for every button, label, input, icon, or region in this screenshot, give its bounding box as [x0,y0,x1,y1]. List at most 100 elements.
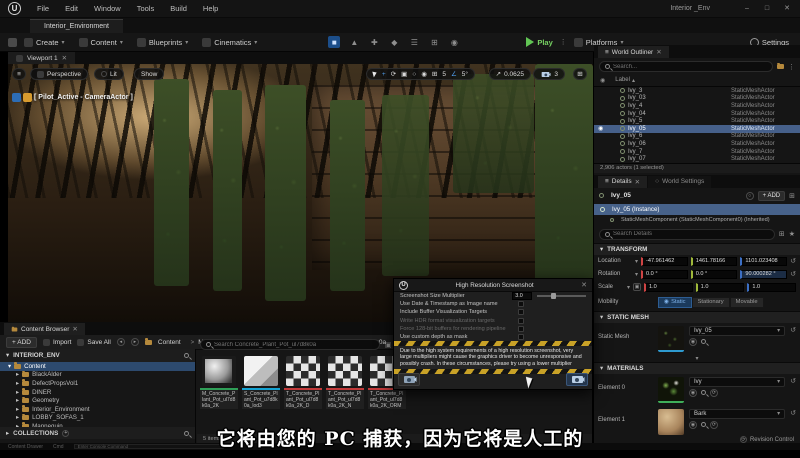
new-folder-icon[interactable] [777,64,784,69]
static-mesh-thumbnail[interactable] [658,326,684,352]
transform-section-header[interactable]: ▾TRANSFORM [594,243,800,255]
modes-landscape-icon[interactable]: ▲ [348,36,360,48]
eye-icon[interactable]: ◉ [598,125,603,132]
maximize-icon[interactable]: □ [760,3,774,14]
scale-lock-icon[interactable]: ▣ [633,283,641,291]
rotation-z-field[interactable]: 90.000282 ° [740,270,787,279]
details-favorite-icon[interactable]: ★ [789,230,795,238]
menu-file[interactable]: File [29,4,57,13]
tab-viewport-1[interactable]: Viewport 1 ✕ [8,52,75,64]
surface-snap-icon[interactable]: ◉ [421,70,427,78]
outliner-tab-close-icon[interactable]: ✕ [656,48,661,56]
rotation-label[interactable]: Rotation [598,271,632,277]
tree-item[interactable]: ▸Geometry [0,396,195,405]
breadcrumb-content[interactable]: Content [158,339,181,346]
details-search[interactable] [599,229,775,240]
content-browser-tab-close-icon[interactable]: ✕ [72,325,77,333]
details-expand-icon[interactable]: ⊞ [789,192,795,200]
menu-window[interactable]: Window [86,4,129,13]
buffer-targets-checkbox[interactable] [518,309,524,315]
tab-world-settings[interactable]: ○ World Settings [648,176,711,188]
rotation-y-field[interactable]: 0.0 ° [691,270,738,279]
tree-item-content[interactable]: ▾Content [0,362,195,371]
menu-build[interactable]: Build [162,4,195,13]
blueprints-button[interactable]: Blueprints▾ [130,38,195,47]
scale-tool-icon[interactable]: ▣ [401,70,407,78]
rotate-tool-icon[interactable]: ⟳ [391,70,396,78]
take-screenshot-button[interactable] [566,373,588,386]
location-label[interactable]: Location [598,258,632,264]
tab-world-outliner[interactable]: ≡ World Outliner ✕ [598,46,669,58]
outliner-search-input[interactable] [613,64,767,70]
asset-search[interactable] [200,339,380,350]
mobility-static-button[interactable]: ◉Static [658,297,692,308]
create-button[interactable]: Create▾ [17,38,72,47]
outliner-row[interactable]: Ivy_6StaticMeshActor [594,133,800,141]
minimize-icon[interactable]: – [740,3,754,14]
component-row[interactable]: StaticMeshComponent (StaticMeshComponent… [594,215,800,226]
save-all-button[interactable]: Save All [77,339,111,346]
rotation-x-field[interactable]: 0.0 ° [641,270,688,279]
sources-header[interactable]: ▾INTERIOR_ENV [0,349,195,362]
tab-content-browser[interactable]: Content Browser ✕ [4,323,85,335]
scale-y-field[interactable]: 1.0 [696,283,745,292]
modes-animation-icon[interactable]: ◉ [448,36,460,48]
tree-item[interactable]: ▸LOBBY_SOFAS_1 [0,414,195,423]
scale-z-field[interactable]: 1.0 [747,283,796,292]
modes-select-icon[interactable]: ■ [328,36,340,48]
asset-tile-material[interactable]: M_Concrete_Plant_Pot_ul7d8k0a_2K [200,354,238,409]
material-options-icon[interactable]: ⟳ [710,389,718,397]
grid-snap-icon[interactable]: ⊞ [432,70,437,78]
cinematics-button[interactable]: Cinematics▾ [195,38,264,47]
label-column-header[interactable]: Label [615,77,630,84]
menu-tools[interactable]: Tools [129,4,163,13]
outliner-row[interactable]: Ivy_7StaticMeshActor [594,148,800,156]
tree-item[interactable]: ▸DINER [0,388,195,397]
close-icon[interactable]: ✕ [780,3,794,14]
tab-details[interactable]: ≡ Details ✕ [598,176,647,188]
forward-icon[interactable]: ▸ [131,338,139,346]
pilot-camera-icon[interactable] [12,93,21,102]
show-button[interactable]: Show [134,68,164,80]
multiplier-slider[interactable] [537,295,586,297]
outliner-row[interactable]: Ivy_3StaticMeshActor [594,87,800,95]
asset-tile-mesh[interactable]: S_Concrete_Plant_Pot_u7d8k0a_lod3 [242,354,280,409]
tree-item[interactable]: ▸BlackAlder [0,371,195,380]
material0-dropdown[interactable]: Ivy▾ [689,377,785,387]
custom-depth-checkbox[interactable] [518,334,524,340]
material0-thumbnail[interactable] [658,377,684,403]
add-component-button[interactable]: + ADD [758,191,786,201]
modes-brush-icon[interactable]: ⊞ [428,36,440,48]
location-x-field[interactable]: -47.961462 [641,257,688,266]
maximize-viewport-button[interactable]: ⊞ [573,68,587,80]
viewport-tab-close-icon[interactable]: ✕ [62,54,67,62]
world-space-icon[interactable]: ○ [412,71,416,78]
back-icon[interactable]: ◂ [117,338,125,346]
rotation-snap-value[interactable]: 5° [462,71,468,78]
camera-speed-button[interactable]: ↗ 0.0625 [489,68,531,80]
details-tab-close-icon[interactable]: ✕ [635,178,640,186]
menu-edit[interactable]: Edit [57,4,86,13]
sources-search-icon[interactable] [184,353,189,358]
reset-mesh-icon[interactable]: ↺ [790,326,796,334]
scale-label[interactable]: Scale [598,284,624,290]
outliner-row[interactable]: Ivy_5StaticMeshActor [594,117,800,125]
play-button[interactable]: Play [519,37,559,47]
outliner-row[interactable]: Ivy_07StaticMeshActor [594,155,800,163]
tree-item[interactable]: ▸DefectPropsVol1 [0,379,195,388]
content-button[interactable]: Content▾ [72,38,130,47]
camera-shortcuts-button[interactable]: 3 [533,68,565,80]
mobility-movable-button[interactable]: Movable [730,297,764,308]
scale-x-field[interactable]: 1.0 [644,283,693,292]
eject-pilot-icon[interactable] [23,93,32,102]
details-filter-grid-icon[interactable]: ⊞ [779,230,785,238]
tab-interior-environment[interactable]: Interior_Environment [30,19,123,33]
use-selected-icon[interactable]: ◉ [689,338,697,346]
expand-advanced-icon[interactable]: ▾ [594,355,800,362]
reset-rotation-icon[interactable]: ↺ [790,270,796,278]
add-button[interactable]: + ADD [6,337,37,348]
import-button[interactable]: Import [43,339,71,346]
mobility-stationary-button[interactable]: Stationary [692,297,730,308]
reset-material0-icon[interactable]: ↺ [790,377,796,385]
reset-material1-icon[interactable]: ↺ [790,409,796,417]
